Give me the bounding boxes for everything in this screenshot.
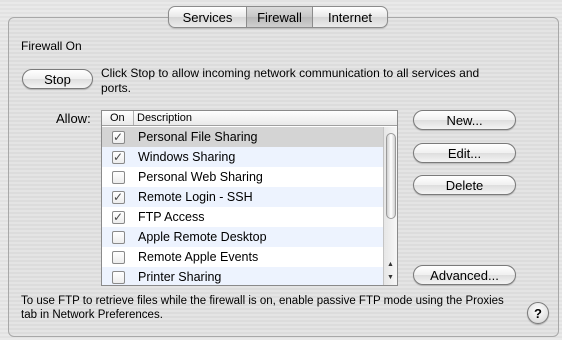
service-label: Personal Web Sharing <box>138 170 263 184</box>
table-header: On Description <box>102 111 397 126</box>
service-label: Apple Remote Desktop <box>138 230 267 244</box>
checked-checkbox[interactable]: ✓ <box>111 130 125 144</box>
table-row[interactable]: Printer Sharing <box>102 267 383 285</box>
checkbox-cell <box>102 270 134 284</box>
unchecked-checkbox[interactable] <box>111 250 125 264</box>
service-label: Printer Sharing <box>138 270 222 284</box>
checked-checkbox[interactable]: ✓ <box>111 150 125 164</box>
table-row[interactable]: Apple Remote Desktop <box>102 227 383 247</box>
services-table: On Description ✓ Personal File Sharing ✓ Wi… <box>101 110 398 286</box>
tab-firewall[interactable]: Firewall <box>247 7 313 27</box>
new-button[interactable]: New... <box>413 110 516 130</box>
unchecked-checkbox[interactable] <box>111 170 125 184</box>
scroll-up-arrow-icon[interactable]: ▲ <box>384 258 397 271</box>
service-label: FTP Access <box>138 210 205 224</box>
table-scrollbar[interactable]: ▲ ▼ <box>383 127 397 285</box>
ftp-footnote: To use FTP to retrieve files while the f… <box>21 295 504 321</box>
stop-description: Click Stop to allow incoming network com… <box>101 66 480 95</box>
help-icon[interactable]: ? <box>527 302 549 324</box>
allow-label: Allow: <box>56 111 91 126</box>
service-label: Remote Apple Events <box>138 250 259 264</box>
checked-checkbox[interactable]: ✓ <box>111 190 125 204</box>
edit-button[interactable]: Edit... <box>413 143 516 163</box>
unchecked-checkbox[interactable] <box>111 230 125 244</box>
table-row[interactable]: ✓ FTP Access <box>102 207 383 227</box>
table-row[interactable]: ✓ Personal File Sharing <box>102 127 383 147</box>
table-row[interactable]: ✓ Windows Sharing <box>102 147 383 167</box>
column-header-description[interactable]: Description <box>134 111 397 125</box>
scrollbar-thumb[interactable] <box>386 133 396 219</box>
tab-services[interactable]: Services <box>169 7 247 27</box>
unchecked-checkbox[interactable] <box>111 270 125 284</box>
service-label: Personal File Sharing <box>138 130 258 144</box>
table-row[interactable]: Personal Web Sharing <box>102 167 383 187</box>
checkbox-cell <box>102 230 134 244</box>
column-header-on[interactable]: On <box>102 111 134 125</box>
checkbox-cell: ✓ <box>102 210 134 224</box>
service-label: Windows Sharing <box>138 150 236 164</box>
stop-button[interactable]: Stop <box>22 69 93 89</box>
checked-checkbox[interactable]: ✓ <box>111 210 125 224</box>
table-rows: ✓ Personal File Sharing ✓ Windows Sharing Pe… <box>102 127 383 285</box>
checkbox-cell: ✓ <box>102 190 134 204</box>
firewall-status-title: Firewall On <box>21 39 82 53</box>
checkbox-cell <box>102 170 134 184</box>
table-row[interactable]: Remote Apple Events <box>102 247 383 267</box>
checkbox-cell <box>102 250 134 264</box>
advanced-button[interactable]: Advanced... <box>413 265 516 285</box>
scroll-down-arrow-icon[interactable]: ▼ <box>384 271 397 284</box>
checkbox-cell: ✓ <box>102 130 134 144</box>
tab-internet[interactable]: Internet <box>313 7 387 27</box>
service-label: Remote Login - SSH <box>138 190 253 204</box>
table-row[interactable]: ✓ Remote Login - SSH <box>102 187 383 207</box>
checkbox-cell: ✓ <box>102 150 134 164</box>
delete-button[interactable]: Delete <box>413 175 516 195</box>
tab-bar: Services Firewall Internet <box>168 6 388 28</box>
